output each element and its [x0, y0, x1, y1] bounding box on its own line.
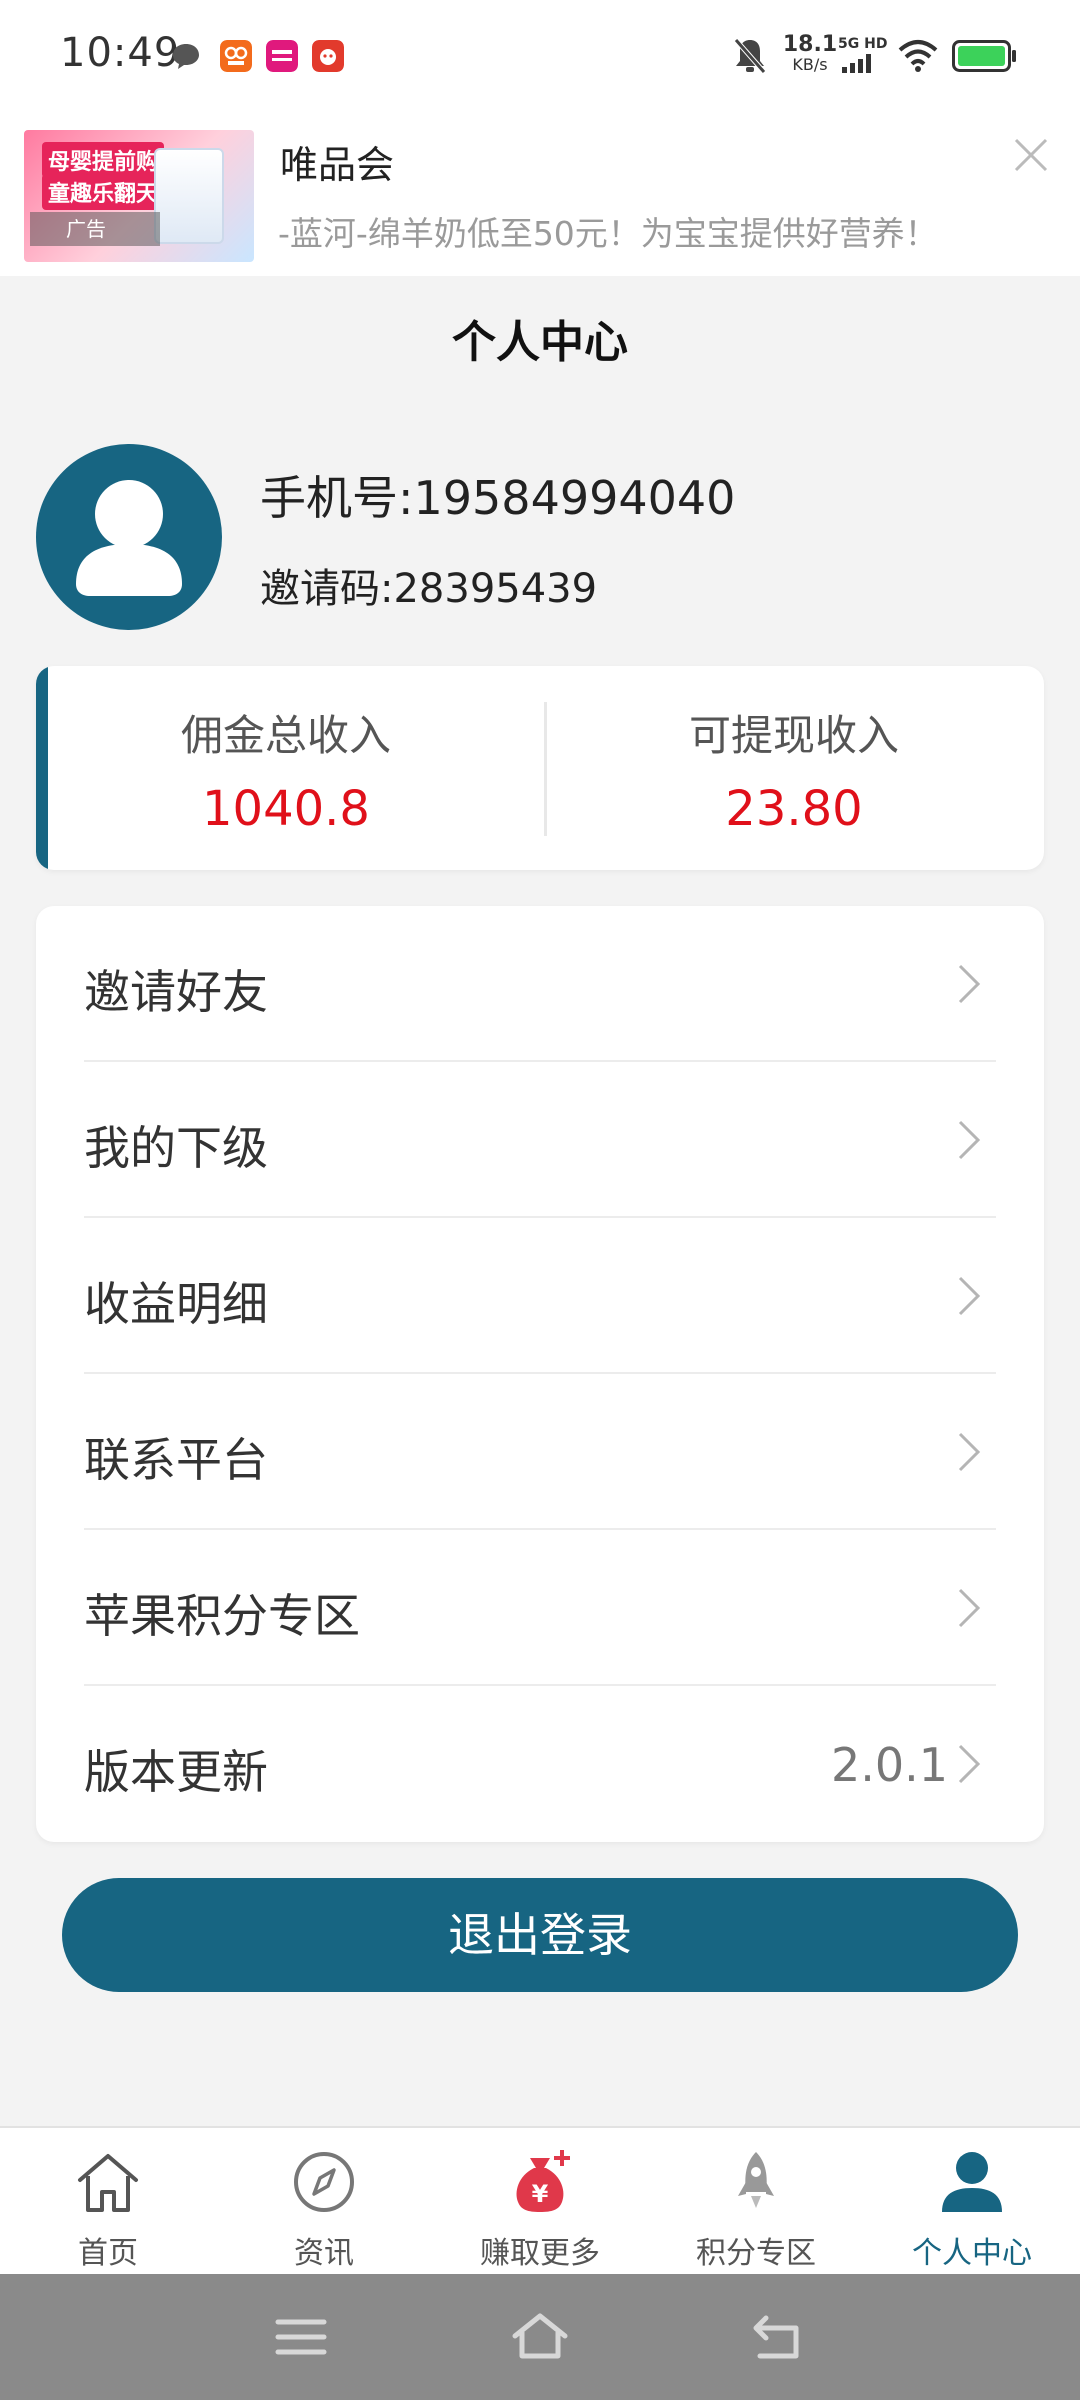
chevron-right-icon: [958, 1432, 981, 1472]
bottom-tab-bar: 首页 资讯 ¥ 赚取更多 积分专区 个人中心: [0, 2126, 1080, 2274]
total-income-value: 1040.8: [202, 781, 370, 837]
ad-promo-line1: 母婴提前购: [42, 142, 165, 178]
menu-item-label: 收益明细: [84, 1277, 268, 1331]
back-icon[interactable]: [746, 2304, 812, 2370]
menu-item-label: 邀请好友: [84, 965, 268, 1019]
withdrawable-income[interactable]: 可提现收入 23.80: [544, 666, 1044, 870]
menu-item-label: 我的下级: [84, 1121, 268, 1175]
menu-item-earnings-detail[interactable]: 收益明细: [84, 1218, 996, 1374]
tab-label: 赚取更多: [480, 2236, 600, 2271]
menu-item-apple-points-zone[interactable]: 苹果积分专区: [84, 1530, 996, 1686]
close-icon[interactable]: [1006, 130, 1056, 180]
system-navigation-bar: [0, 2274, 1080, 2400]
withdrawable-income-value: 23.80: [725, 781, 863, 837]
ad-promo-line2: 童趣乐翻天: [42, 174, 165, 210]
page-title: 个人中心: [452, 317, 628, 368]
chat-bubble-icon: [173, 44, 199, 69]
vipshop-icon: [266, 40, 298, 72]
profile-section: 手机号:19584994040 邀请码:28395439: [0, 410, 1080, 650]
app-red-icon: [312, 40, 344, 72]
income-card: 佣金总收入 1040.8 可提现收入 23.80: [36, 666, 1044, 870]
page-header: 个人中心: [0, 276, 1080, 410]
signal-bars-icon: [842, 54, 871, 73]
menu-list: 邀请好友 我的下级 收益明细 联系平台 苹果积分专区 版本更新 2.0.1: [36, 906, 1044, 1842]
mute-bell-icon: [734, 38, 766, 74]
wifi-icon: [898, 40, 938, 72]
tab-earn-more[interactable]: ¥ 赚取更多: [432, 2128, 648, 2276]
tab-points-zone[interactable]: 积分专区: [648, 2128, 864, 2276]
tab-label: 首页: [78, 2236, 138, 2271]
invite-code: 邀请码:28395439: [260, 566, 598, 612]
ad-title[interactable]: 唯品会: [280, 134, 394, 189]
svg-text:¥: ¥: [532, 2180, 549, 2208]
money-bag-icon: ¥: [516, 2150, 570, 2212]
chevron-right-icon: [958, 1744, 981, 1784]
menu-item-contact-platform[interactable]: 联系平台: [84, 1374, 996, 1530]
chevron-right-icon: [958, 964, 981, 1004]
ad-banner[interactable]: 母婴提前购 童趣乐翻天 广告 唯品会 -蓝河-绵羊奶低至50元！为宝宝提供好营养…: [0, 112, 1080, 276]
compass-icon: [294, 2152, 354, 2212]
chevron-right-icon: [958, 1120, 981, 1160]
signal-indicator: 5G HD: [838, 36, 888, 78]
tab-label: 个人中心: [912, 2236, 1032, 2271]
person-icon: [942, 2152, 1002, 2212]
ad-thumbnail[interactable]: 母婴提前购 童趣乐翻天 广告: [24, 130, 254, 262]
product-image: [154, 148, 224, 244]
version-number: 2.0.1: [830, 1738, 948, 1792]
ad-label: 广告: [30, 212, 160, 246]
menu-item-label: 苹果积分专区: [84, 1589, 360, 1643]
menu-item-invite-friends[interactable]: 邀请好友: [84, 906, 996, 1062]
tab-label: 资讯: [294, 2236, 354, 2271]
chevron-right-icon: [958, 1276, 981, 1316]
menu-item-my-subordinates[interactable]: 我的下级: [84, 1062, 996, 1218]
logout-button[interactable]: 退出登录: [62, 1878, 1018, 1992]
rocket-icon: [738, 2152, 774, 2208]
withdrawable-income-label: 可提现收入: [688, 711, 899, 760]
avatar[interactable]: [36, 444, 222, 630]
menu-item-version-update[interactable]: 版本更新 2.0.1: [84, 1686, 996, 1842]
person-avatar-icon: [76, 480, 182, 596]
net-speed: 18.1 KB/s: [782, 32, 838, 74]
menu-item-label: 联系平台: [84, 1433, 268, 1487]
tab-news[interactable]: 资讯: [216, 2128, 432, 2276]
menu-item-label: 版本更新: [84, 1745, 268, 1799]
tab-label: 积分专区: [696, 2236, 816, 2271]
phone-number: 手机号:19584994040: [260, 471, 736, 525]
status-bar: 10:49 18.1 KB/s 5G HD: [0, 0, 1080, 112]
tab-home[interactable]: 首页: [0, 2128, 216, 2276]
status-time: 10:49: [60, 30, 181, 76]
tab-profile[interactable]: 个人中心: [864, 2128, 1080, 2276]
battery-icon: [952, 40, 1016, 72]
ad-description[interactable]: -蓝河-绵羊奶低至50元！为宝宝提供好营养！: [278, 207, 938, 255]
menu-icon[interactable]: [268, 2304, 334, 2370]
total-income[interactable]: 佣金总收入 1040.8: [36, 666, 536, 870]
home-icon: [78, 2154, 138, 2212]
app-orange-icon: [220, 40, 252, 72]
home-nav-icon[interactable]: [507, 2304, 573, 2370]
chevron-right-icon: [958, 1588, 981, 1628]
total-income-label: 佣金总收入: [180, 711, 391, 760]
